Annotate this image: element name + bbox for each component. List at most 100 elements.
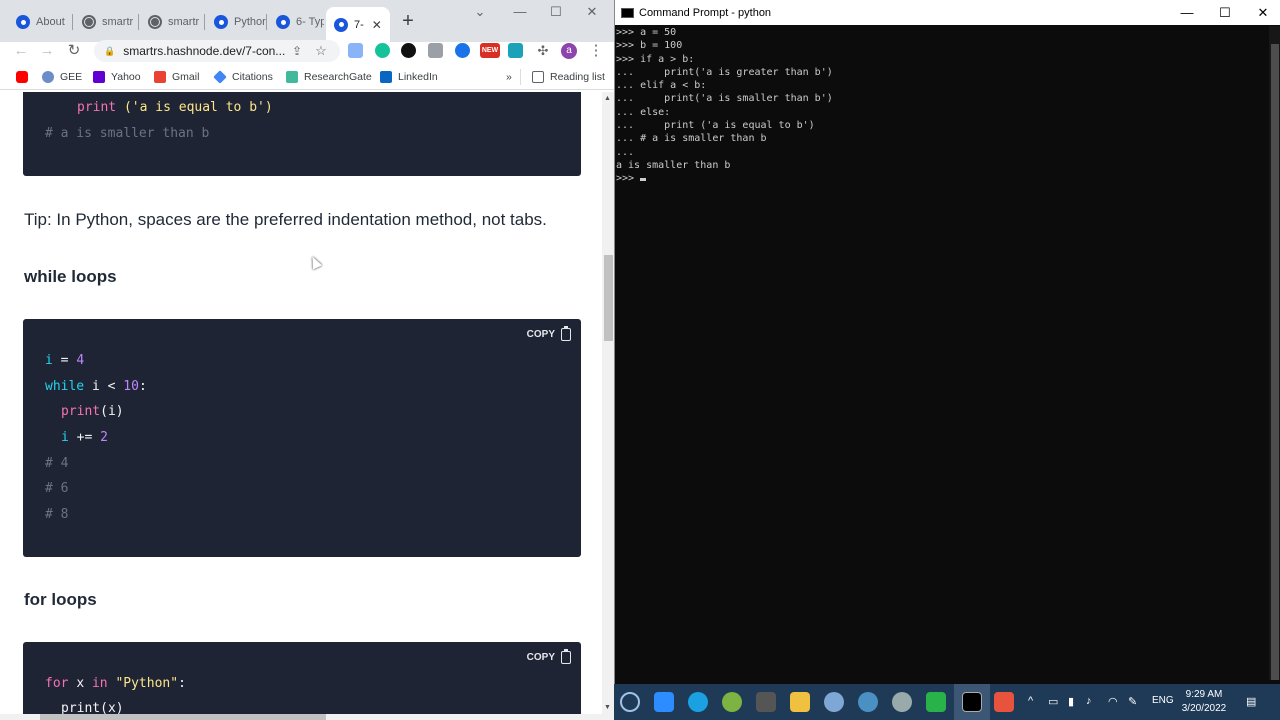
- windows-taskbar: ^ ▭ ▮ ♪ ◠ ✎ ENG 9:29 AM 3/20/2022 ▤: [614, 684, 1280, 720]
- tab-label: 7-: [354, 18, 364, 31]
- notifications-icon[interactable]: ▤: [1246, 695, 1256, 708]
- extension-icon[interactable]: [508, 43, 523, 58]
- pycharm-app-icon[interactable]: [926, 692, 946, 712]
- qgis-app-icon[interactable]: [722, 692, 742, 712]
- console-line: ... print('a is greater than b'): [616, 66, 833, 78]
- tab-separator: [266, 14, 267, 30]
- chevron-up-icon[interactable]: ^: [1028, 695, 1033, 707]
- volume-icon[interactable]: ♪: [1086, 695, 1092, 707]
- extension-icon[interactable]: [455, 43, 470, 58]
- bookmarks-overflow-button[interactable]: »: [506, 71, 512, 83]
- page-vertical-scrollbar[interactable]: ▲ ▼: [602, 92, 614, 720]
- code-line: for x in "Python":: [45, 676, 186, 691]
- zoom-app-icon[interactable]: [654, 692, 674, 712]
- code-line: while i < 10:: [45, 379, 147, 394]
- scrollbar-thumb[interactable]: [1271, 44, 1279, 680]
- scroll-up-arrow-icon[interactable]: ▲: [604, 95, 611, 102]
- bookmark-gmail[interactable]: Gmail: [154, 71, 199, 83]
- bookmark-gee[interactable]: GEE: [42, 71, 82, 83]
- meet-icon[interactable]: ▭: [1048, 695, 1058, 708]
- close-window-icon[interactable]: ✕: [1253, 5, 1273, 21]
- page-horizontal-scrollbar[interactable]: [0, 714, 602, 720]
- search-icon[interactable]: [620, 692, 640, 712]
- system-clock[interactable]: 9:29 AM 3/20/2022: [1174, 688, 1234, 716]
- tip-paragraph: Tip: In Python, spaces are the preferred…: [24, 210, 547, 229]
- console-line: ... elif a < b:: [616, 80, 707, 92]
- window-title: Command Prompt - python: [639, 6, 772, 19]
- reload-icon[interactable]: ↻: [65, 42, 83, 60]
- recorder-app-icon[interactable]: [994, 692, 1014, 712]
- tab-python[interactable]: Pythor: [206, 9, 266, 35]
- minimize-icon[interactable]: —: [510, 4, 530, 19]
- wifi-icon[interactable]: ◠: [1108, 695, 1118, 708]
- grammarly-extension-icon[interactable]: [375, 43, 390, 58]
- scroll-down-arrow-icon[interactable]: ▼: [604, 704, 611, 711]
- forward-arrow-icon[interactable]: →: [38, 42, 56, 60]
- tab-smartr-1[interactable]: smartr: [74, 9, 136, 35]
- bookmark-label: GEE: [60, 71, 83, 83]
- minimize-icon[interactable]: —: [1177, 5, 1197, 20]
- notepad-app-icon[interactable]: [790, 692, 810, 712]
- bookmark-label: Reading list: [550, 71, 605, 83]
- bookmark-citations[interactable]: Citations: [213, 70, 273, 84]
- docs-extension-icon[interactable]: [348, 43, 363, 58]
- code-line: print(i): [61, 404, 124, 419]
- bookmark-researchgate[interactable]: ResearchGate: [286, 71, 372, 83]
- new-badge-extension-icon[interactable]: NEW: [480, 43, 500, 58]
- pen-icon[interactable]: ✎: [1128, 695, 1137, 708]
- cmd-app-icon[interactable]: [962, 692, 982, 712]
- scrollbar-thumb[interactable]: [40, 714, 326, 720]
- tab-label: About: [36, 16, 65, 28]
- article-page: print ('a is equal to b') # a is smaller…: [0, 92, 602, 720]
- youtube-bookmark[interactable]: [16, 71, 34, 83]
- console-line: ... # a is smaller than b: [616, 133, 767, 145]
- new-tab-button[interactable]: +: [398, 10, 418, 32]
- tab-about[interactable]: About: [8, 9, 68, 35]
- gee-icon: [42, 71, 54, 83]
- close-tab-icon[interactable]: ✕: [372, 18, 382, 32]
- bookmark-star-icon[interactable]: ☆: [312, 42, 330, 60]
- scrollbar-thumb[interactable]: [604, 255, 613, 341]
- cmd-title-bar[interactable]: Command Prompt - python — ☐ ✕: [615, 0, 1280, 25]
- share-icon[interactable]: ⇪: [288, 42, 306, 60]
- console-line: ... print ('a is equal to b'): [616, 120, 815, 132]
- r-app-icon[interactable]: [824, 692, 844, 712]
- bookmark-label: Yahoo: [111, 71, 141, 83]
- chevron-down-icon[interactable]: ⌄: [470, 4, 490, 20]
- tab-types[interactable]: 6- Typ: [268, 9, 324, 35]
- console-prompt-line: >>>: [616, 172, 1269, 185]
- globe-favicon-icon: [148, 15, 162, 29]
- divider: [520, 69, 521, 85]
- console-scrollbar[interactable]: [1269, 26, 1280, 680]
- copy-button[interactable]: COPY: [527, 326, 571, 341]
- reading-list-button[interactable]: Reading list: [532, 71, 605, 83]
- kebab-menu-icon[interactable]: ⋮: [587, 42, 605, 60]
- console-line: >>> if a > b:: [616, 53, 695, 65]
- ghost-extension-icon[interactable]: [401, 43, 416, 58]
- back-arrow-icon[interactable]: ←: [12, 42, 30, 60]
- copy-label: COPY: [526, 652, 555, 663]
- bookmark-linkedin[interactable]: LinkedIn: [380, 71, 438, 83]
- tab-smartr-2[interactable]: smartr: [140, 9, 202, 35]
- code-block-while: COPY i = 4 while i < 10: print(i) i += 2…: [23, 319, 581, 557]
- extension-icon[interactable]: [428, 43, 443, 58]
- earth-app-icon[interactable]: [892, 692, 912, 712]
- battery-icon[interactable]: ▮: [1068, 695, 1074, 708]
- copy-button[interactable]: COPY: [526, 649, 571, 664]
- profile-avatar[interactable]: a: [561, 43, 577, 59]
- close-window-icon[interactable]: ✕: [582, 4, 602, 20]
- code-line: i += 2: [61, 430, 108, 445]
- maximize-icon[interactable]: ☐: [546, 4, 566, 20]
- console-output[interactable]: >>> a = 50 >>> b = 100 >>> if a > b:... pr…: [615, 26, 1269, 680]
- arcgis-app-icon[interactable]: [858, 692, 878, 712]
- code-comment: # a is smaller than b: [45, 126, 210, 141]
- edge-app-icon[interactable]: [688, 692, 708, 712]
- bookmark-yahoo[interactable]: Yahoo: [93, 71, 141, 83]
- maximize-icon[interactable]: ☐: [1215, 5, 1235, 21]
- explorer-app-icon[interactable]: [756, 692, 776, 712]
- tab-active[interactable]: 7- ✕: [326, 7, 390, 42]
- citations-icon: [213, 70, 227, 84]
- language-indicator[interactable]: ENG: [1152, 695, 1174, 706]
- puzzle-extensions-icon[interactable]: ✣: [534, 42, 552, 60]
- tab-separator: [138, 14, 139, 30]
